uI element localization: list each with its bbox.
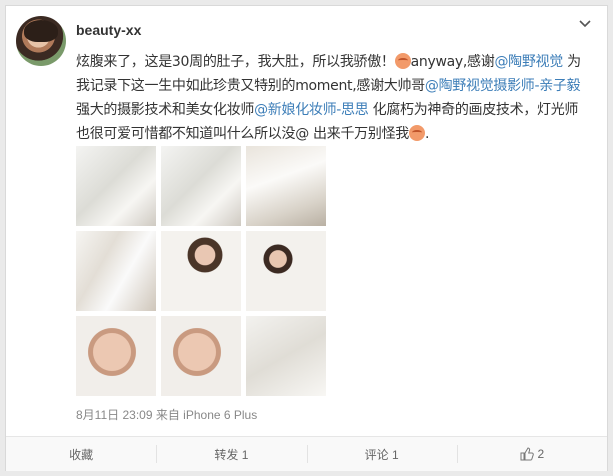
photo-7[interactable] <box>76 316 156 396</box>
text-segment: 我记录下这一生中如此珍贵又特别的moment,感谢大帅哥 <box>76 78 425 94</box>
username[interactable]: beauty-xx <box>76 22 141 38</box>
text-segment: 化腐朽为神奇的画皮技术，灯光师 <box>368 102 579 118</box>
thumbs-up-icon <box>520 447 534 461</box>
action-bar: 收藏 转发 1 评论 1 2 <box>6 436 607 471</box>
text-segment: 也很可爱可惜都不知道叫什么所以没@ 出来千万别怪我 <box>76 126 409 142</box>
avatar-hair <box>24 20 58 42</box>
comment-label: 评论 1 <box>364 447 399 462</box>
mention-link[interactable]: @陶野视觉 <box>494 54 563 70</box>
text-segment: 炫腹来了，这是30周的肚子，我大肚，所以我骄傲！ <box>76 54 395 70</box>
mention-link[interactable]: @新娘化妆师-思思 <box>254 102 369 118</box>
photo-2[interactable] <box>161 146 241 226</box>
like-count: 2 <box>537 447 545 461</box>
source: 来自 iPhone 6 Plus <box>155 408 258 422</box>
comment-button[interactable]: 评论 1 <box>306 437 457 471</box>
text-segment: . <box>424 126 430 142</box>
post-meta: 8月11日 23:09 来自 iPhone 6 Plus <box>76 406 257 423</box>
post-text: 炫腹来了，这是30周的肚子，我大肚，所以我骄傲！ anyway,感谢@陶野视觉 为… <box>76 50 596 146</box>
photo-1[interactable] <box>76 146 156 226</box>
chevron-down-icon[interactable] <box>577 16 593 32</box>
doge-emoji-icon <box>408 125 425 141</box>
photo-4[interactable] <box>76 231 156 311</box>
mention-link[interactable]: @陶野视觉摄影师-亲子毅 <box>425 78 581 94</box>
avatar[interactable] <box>16 16 66 66</box>
photo-6[interactable] <box>246 231 326 311</box>
photo-9[interactable] <box>246 316 326 396</box>
text-line: 炫腹来了，这是30周的肚子，我大肚，所以我骄傲！ anyway,感谢@陶野视觉 为 <box>76 50 596 74</box>
photo-3[interactable] <box>246 146 326 226</box>
text-segment: anyway,感谢 <box>410 54 495 70</box>
repost-label: 转发 1 <box>214 447 249 462</box>
favorite-button[interactable]: 收藏 <box>6 437 156 471</box>
timestamp[interactable]: 8月11日 23:09 <box>76 408 153 422</box>
text-segment: 强大的摄影技术和美女化妆师 <box>76 102 255 118</box>
text-line: 强大的摄影技术和美女化妆师@新娘化妆师-思思 化腐朽为神奇的画皮技术，灯光师 <box>76 98 596 122</box>
text-line: 我记录下这一生中如此珍贵又特别的moment,感谢大帅哥@陶野视觉摄影师-亲子毅 <box>76 74 596 98</box>
favorite-label: 收藏 <box>69 447 94 462</box>
weibo-post-card: beauty-xx 炫腹来了，这是30周的肚子，我大肚，所以我骄傲！ anyway… <box>5 5 608 471</box>
like-button[interactable]: 2 <box>456 437 607 471</box>
photo-5[interactable] <box>161 231 241 311</box>
text-line: 也很可爱可惜都不知道叫什么所以没@ 出来千万别怪我. <box>76 122 596 146</box>
doge-emoji-icon <box>394 53 411 69</box>
text-segment: 为 <box>562 54 581 70</box>
repost-button[interactable]: 转发 1 <box>156 437 306 471</box>
photo-8[interactable] <box>161 316 241 396</box>
